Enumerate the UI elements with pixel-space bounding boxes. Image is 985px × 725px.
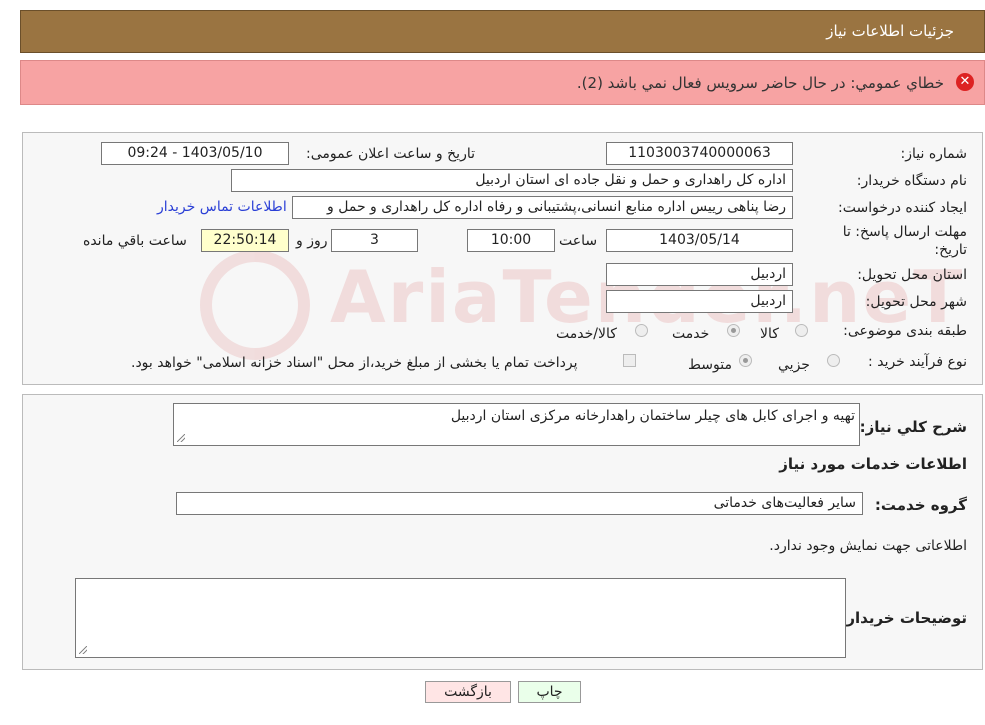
- need-number-field: 1103003740000063: [606, 142, 793, 165]
- category-goods-service-radio[interactable]: [635, 324, 648, 337]
- resize-grip-icon[interactable]: [79, 646, 87, 654]
- process-minor-label: جزیي: [778, 357, 810, 373]
- need-summary-textarea[interactable]: تهیه و اجرای کابل های چیلر ساختمان راهدا…: [173, 403, 860, 446]
- announce-date-label: تاریخ و ساعت اعلان عمومی:: [306, 146, 475, 162]
- deadline-time-label: ساعت: [559, 233, 598, 249]
- buyer-org-field: اداره کل راهداری و حمل و نقل جاده ای است…: [231, 169, 793, 192]
- category-label: طبقه بندی موضوعی:: [843, 323, 967, 339]
- page-header: جزئیات اطلاعات نیاز: [20, 10, 985, 53]
- print-button[interactable]: چاپ: [518, 681, 581, 703]
- process-type-label: نوع فرآیند خرید :: [868, 354, 967, 370]
- creator-label: ایجاد کننده درخواست:: [838, 200, 967, 216]
- no-info-text: اطلاعاتی جهت نمایش وجود ندارد.: [769, 538, 967, 554]
- need-number-label: شماره نیاز:: [900, 146, 968, 162]
- process-medium-radio[interactable]: [739, 354, 752, 367]
- service-group-field: سایر فعالیت‌های خدماتی: [176, 492, 863, 515]
- creator-field: رضا پناهی رییس اداره منابع انسانی،پشتیبا…: [292, 196, 793, 219]
- process-minor-radio[interactable]: [827, 354, 840, 367]
- need-summary-text: تهیه و اجرای کابل های چیلر ساختمان راهدا…: [450, 408, 855, 424]
- category-service-label: خدمت: [672, 326, 710, 342]
- deadline-time-field: 10:00: [467, 229, 555, 252]
- service-group-label: گروه خدمت:: [874, 496, 967, 514]
- city-label: شهر محل تحویل:: [865, 294, 967, 310]
- remaining-time-field: 22:50:14: [201, 229, 289, 252]
- deadline-date-field: 1403/05/14: [606, 229, 793, 252]
- category-goods-service-label: کالا/خدمت: [556, 326, 617, 342]
- treasury-payment-note: پرداخت تمام یا بخشی از مبلغ خرید،از محل …: [131, 355, 578, 371]
- province-label: استان محل تحویل:: [857, 267, 967, 283]
- error-message: خطاي عمومي: در حال حاضر سرويس فعال نمي ب…: [576, 74, 944, 92]
- services-heading: اطلاعات خدمات مورد نياز: [779, 455, 967, 473]
- resize-grip-icon[interactable]: [177, 434, 185, 442]
- treasury-payment-checkbox[interactable]: [623, 354, 636, 367]
- deadline-label: مهلت ارسال پاسخ: تا تاریخ:: [842, 224, 967, 258]
- city-field: اردبیل: [606, 290, 793, 313]
- error-banner: ✕ خطاي عمومي: در حال حاضر سرويس فعال نمي…: [20, 60, 985, 105]
- buyer-notes-label: توضيحات خريدار:: [840, 609, 967, 627]
- category-goods-label: کالا: [760, 326, 779, 342]
- process-medium-label: متوسط: [688, 357, 732, 373]
- category-goods-radio[interactable]: [795, 324, 808, 337]
- buyer-contact-link[interactable]: اطلاعات تماس خریدار: [157, 199, 287, 215]
- need-summary-label: شرح کلي نياز:: [859, 418, 967, 436]
- error-icon: ✕: [956, 73, 974, 91]
- announce-date-field: 1403/05/10 - 09:24: [101, 142, 289, 165]
- page-title: جزئیات اطلاعات نیاز: [826, 22, 954, 40]
- days-field: 3: [331, 229, 418, 252]
- days-label: روز و: [296, 233, 328, 249]
- buyer-org-label: نام دستگاه خریدار:: [856, 173, 967, 189]
- buyer-notes-textarea[interactable]: [75, 578, 846, 658]
- back-button[interactable]: بازگشت: [425, 681, 511, 703]
- category-service-radio[interactable]: [727, 324, 740, 337]
- province-field: اردبیل: [606, 263, 793, 286]
- remaining-time-label: ساعت باقي مانده: [83, 233, 187, 249]
